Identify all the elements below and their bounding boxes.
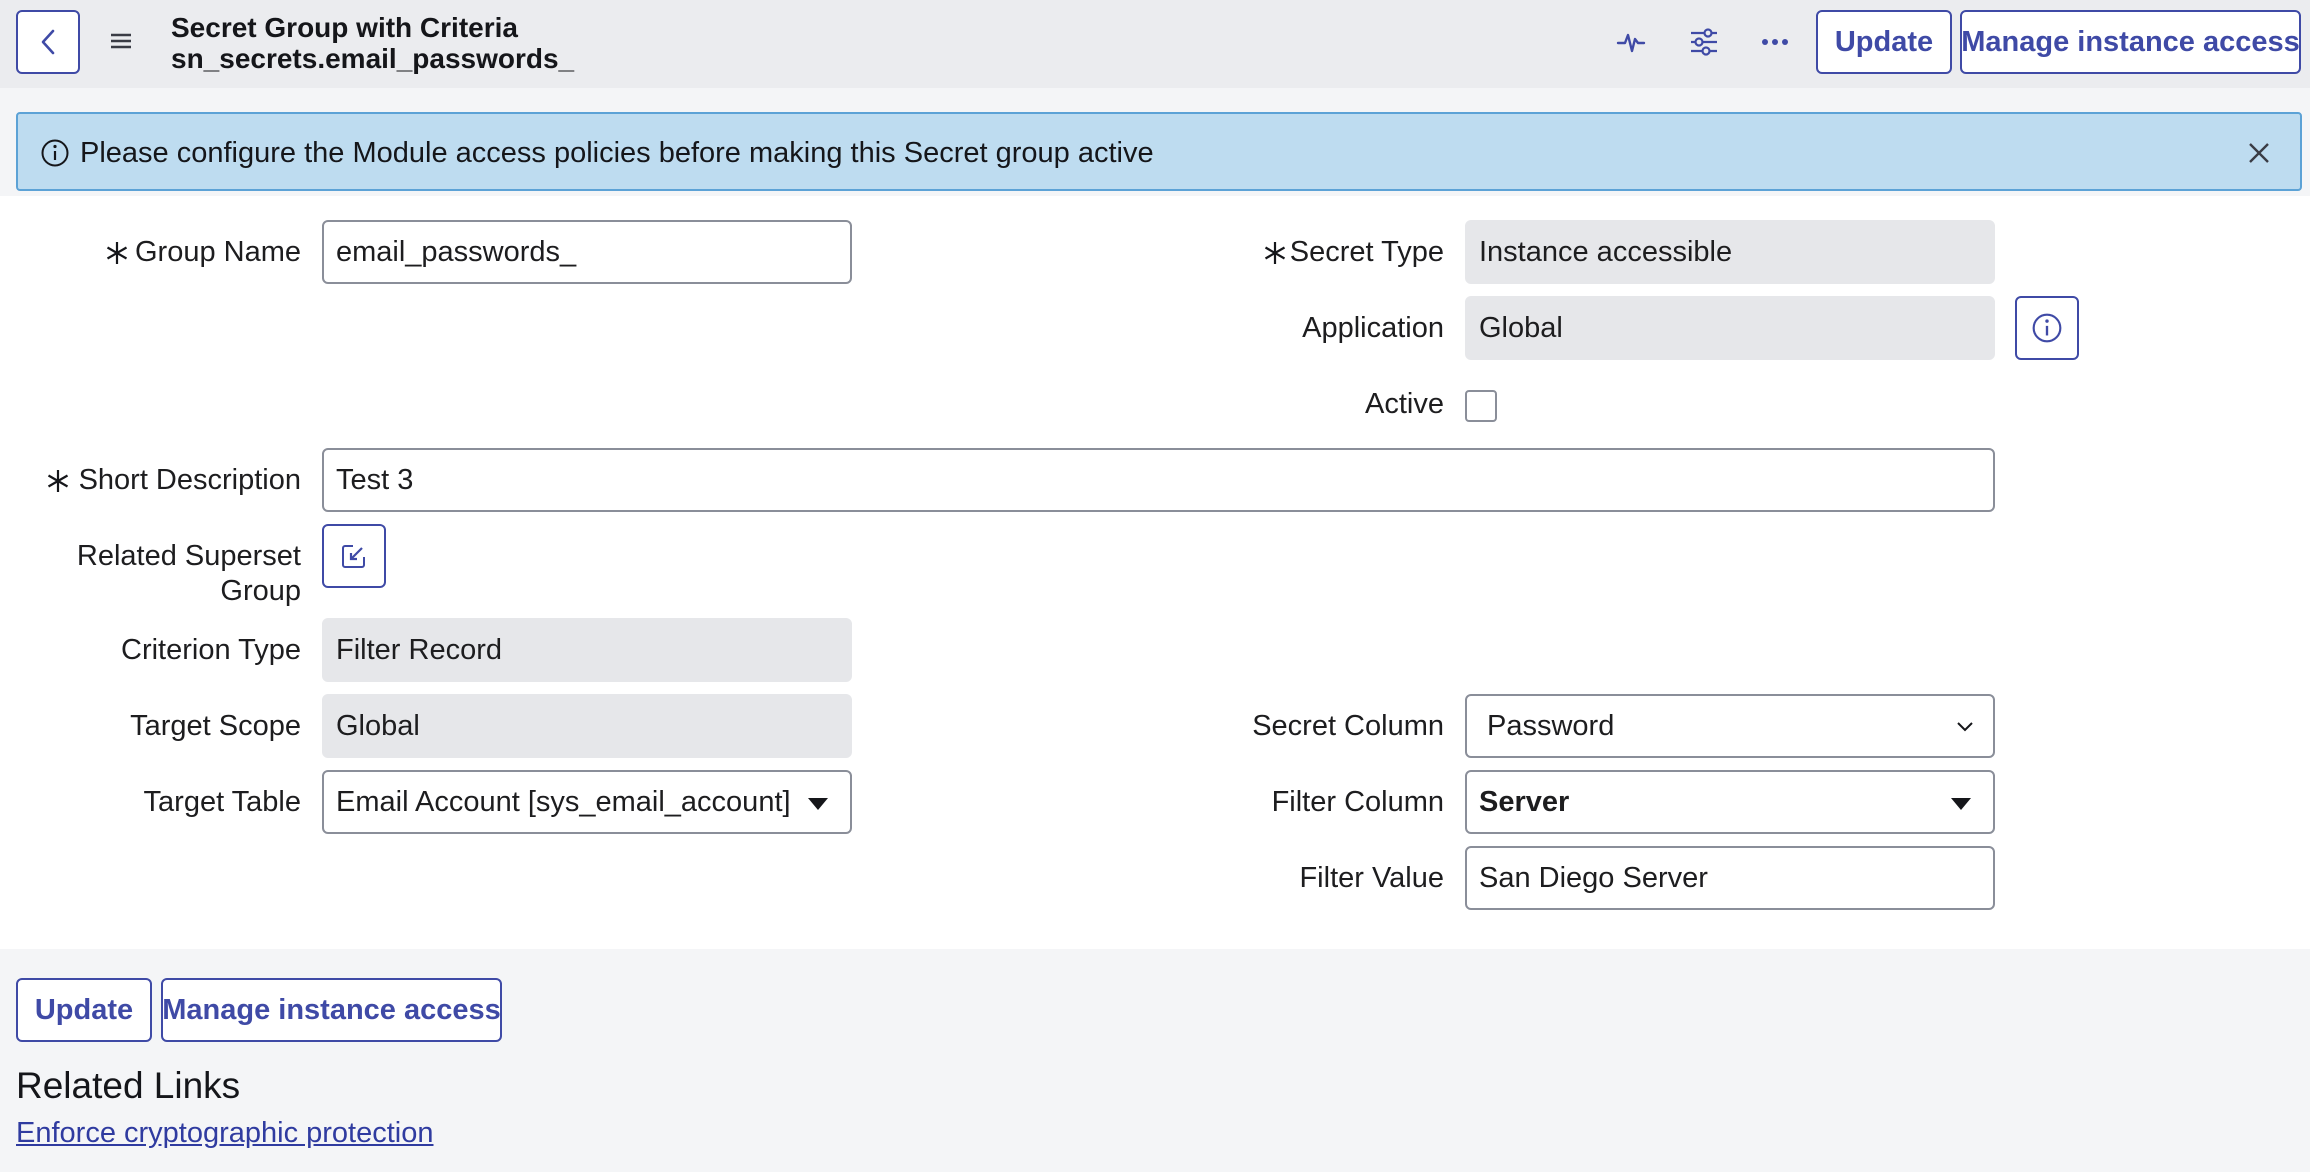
criterion-type-label: Criterion Type [121, 634, 301, 666]
short-description-label: Short Description [78, 464, 301, 496]
update-button[interactable]: Update [1816, 10, 1952, 74]
info-icon [41, 139, 69, 167]
footer-manage-instance-access-button[interactable]: Manage instance access [161, 978, 502, 1042]
short-description-input[interactable]: Test 3 [322, 448, 1995, 512]
filter-column-select[interactable]: Server [1465, 770, 1995, 834]
group-name-input[interactable]: email_passwords_ [322, 220, 852, 284]
caret-down-icon [1951, 798, 1971, 810]
footer-update-button[interactable]: Update [16, 978, 152, 1042]
secret-column-select[interactable]: Password [1465, 694, 1995, 758]
application-field: Global [1465, 296, 1995, 360]
required-icon [47, 470, 69, 492]
filter-column-value: Server [1479, 786, 1570, 818]
more-icon[interactable] [1753, 20, 1797, 64]
page-title: Secret Group with Criteria [171, 12, 518, 43]
secret-column-label: Secret Column [1252, 710, 1444, 742]
secret-type-field: Instance accessible [1465, 220, 1995, 284]
criterion-type-field: Filter Record [322, 618, 852, 682]
target-table-select[interactable]: Email Account [sys_email_account] [322, 770, 852, 834]
back-button[interactable] [16, 10, 80, 74]
banner-message: Please configure the Module access polic… [80, 137, 1154, 169]
filter-value-input[interactable]: San Diego Server [1465, 846, 1995, 910]
related-superset-group-label: Related Superset [76, 540, 301, 572]
active-checkbox[interactable] [1465, 390, 1497, 422]
required-icon [106, 242, 128, 264]
chevron-down-icon [1957, 722, 1973, 732]
edit-icon [342, 545, 365, 568]
record-title: Secret Group with Criteria sn_secrets.em… [171, 12, 574, 74]
application-label: Application [1302, 312, 1444, 344]
secret-type-label: Secret Type [1289, 236, 1444, 268]
target-scope-label: Target Scope [130, 710, 301, 742]
form-header: Secret Group with Criteria sn_secrets.em… [0, 0, 2310, 88]
related-superset-group-label-2: Group [220, 575, 301, 607]
info-icon [2032, 313, 2062, 343]
info-banner: Please configure the Module access polic… [16, 112, 2302, 191]
menu-icon[interactable] [104, 24, 138, 58]
target-table-label: Target Table [143, 786, 301, 818]
filter-value-label: Filter Value [1299, 862, 1444, 894]
application-info-button[interactable] [2015, 296, 2079, 360]
back-icon [41, 29, 55, 55]
filter-column-label: Filter Column [1271, 786, 1444, 818]
related-links-heading: Related Links [16, 1065, 241, 1106]
secret-column-value: Password [1487, 710, 1615, 742]
enforce-cryptographic-protection-link[interactable]: Enforce cryptographic protection [16, 1116, 434, 1150]
activity-icon[interactable] [1609, 20, 1653, 64]
caret-down-icon [808, 798, 828, 810]
target-table-value: Email Account [sys_email_account] [336, 786, 791, 818]
active-label: Active [1365, 388, 1444, 420]
related-superset-group-edit-button[interactable] [322, 524, 386, 588]
record-identifier: sn_secrets.email_passwords_ [171, 43, 575, 74]
group-name-label: Group Name [134, 236, 301, 268]
close-icon[interactable] [2246, 140, 2272, 166]
manage-instance-access-button[interactable]: Manage instance access [1960, 10, 2301, 74]
required-icon [1264, 242, 1286, 264]
sliders-icon[interactable] [1682, 20, 1726, 64]
target-scope-field: Global [322, 694, 852, 758]
record-form: Group Name email_passwords_ Secret Type … [0, 196, 2310, 949]
